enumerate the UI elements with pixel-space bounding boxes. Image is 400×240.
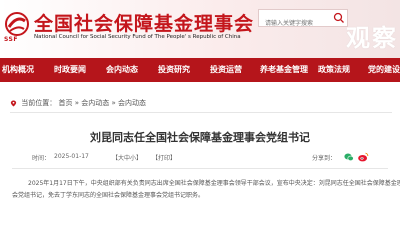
ssf-logo-icon[interactable]: [4, 11, 30, 37]
search-input[interactable]: [259, 16, 331, 31]
breadcrumb-home[interactable]: 首页: [58, 99, 72, 107]
nav-item-org-overview[interactable]: 机构概况: [2, 58, 34, 82]
logo-abbreviation: SSF: [4, 36, 18, 43]
publish-date: 2025-01-17: [54, 153, 89, 160]
article-title: 刘昆同志任全国社会保障基金理事会党组书记: [90, 131, 310, 144]
article-body: 2025年1月17日下午，中央组织部有关负责同志出席全国社会保障基金理事会领导干…: [12, 178, 400, 202]
breadcrumb-separator: »: [111, 99, 116, 107]
wechat-icon[interactable]: [343, 151, 355, 163]
breadcrumb: 当前位置： 首页 » 会内动态 » 会内动态: [10, 98, 146, 108]
print-link[interactable]: 【打印】: [152, 153, 176, 162]
share-label: 分享到：: [312, 155, 337, 162]
article-meta: 时间： 2025-01-17 【大中小】 【打印】 分享到：: [12, 151, 388, 164]
search-icon[interactable]: [333, 12, 345, 24]
main-nav: 机构概况 时政要闻 会内动态 投资研究 投资运营 养老基金管理 政策法规 党的建…: [0, 58, 400, 82]
divider: [12, 168, 388, 169]
paragraph-line: 2025年1月17日下午，中央组织部有关负责同志出席全国社会保障基金理事会领导干…: [28, 180, 400, 187]
font-size-switch[interactable]: 【大中小】: [112, 153, 142, 162]
nav-item-party-building[interactable]: 党的建设: [368, 58, 400, 82]
breadcrumb-separator: »: [74, 99, 79, 107]
nav-item-political-news[interactable]: 时政要闻: [54, 58, 86, 82]
nav-item-policies[interactable]: 政策法规: [318, 58, 350, 82]
location-pin-icon: [10, 99, 17, 107]
breadcrumb-prefix: 当前位置：: [21, 99, 57, 107]
time-label: 时间：: [32, 155, 51, 162]
nav-item-pension-fund[interactable]: 养老基金管理: [260, 58, 308, 82]
breadcrumb-level2[interactable]: 会内动态: [118, 99, 146, 107]
site-subtitle: National Council for Social Security Fun…: [34, 34, 241, 40]
search-box: [258, 9, 348, 31]
nav-item-investment-research[interactable]: 投资研究: [158, 58, 190, 82]
site-header: SSF 全国社会保障基金理事会 National Council for Soc…: [0, 0, 400, 58]
nav-item-investment-ops[interactable]: 投资运营: [210, 58, 242, 82]
breadcrumb-level1[interactable]: 会内动态: [81, 99, 109, 107]
divider: [10, 112, 392, 113]
calligraphy-decoration: 观察: [346, 23, 398, 52]
weibo-icon[interactable]: [357, 151, 369, 163]
site-title[interactable]: 全国社会保障基金理事会: [34, 9, 254, 36]
paragraph-line: 会党组书记，免去丁学东同志的全国社会保障基金理事会党组书记职务。: [12, 192, 205, 199]
nav-item-council-news[interactable]: 会内动态: [106, 58, 138, 82]
